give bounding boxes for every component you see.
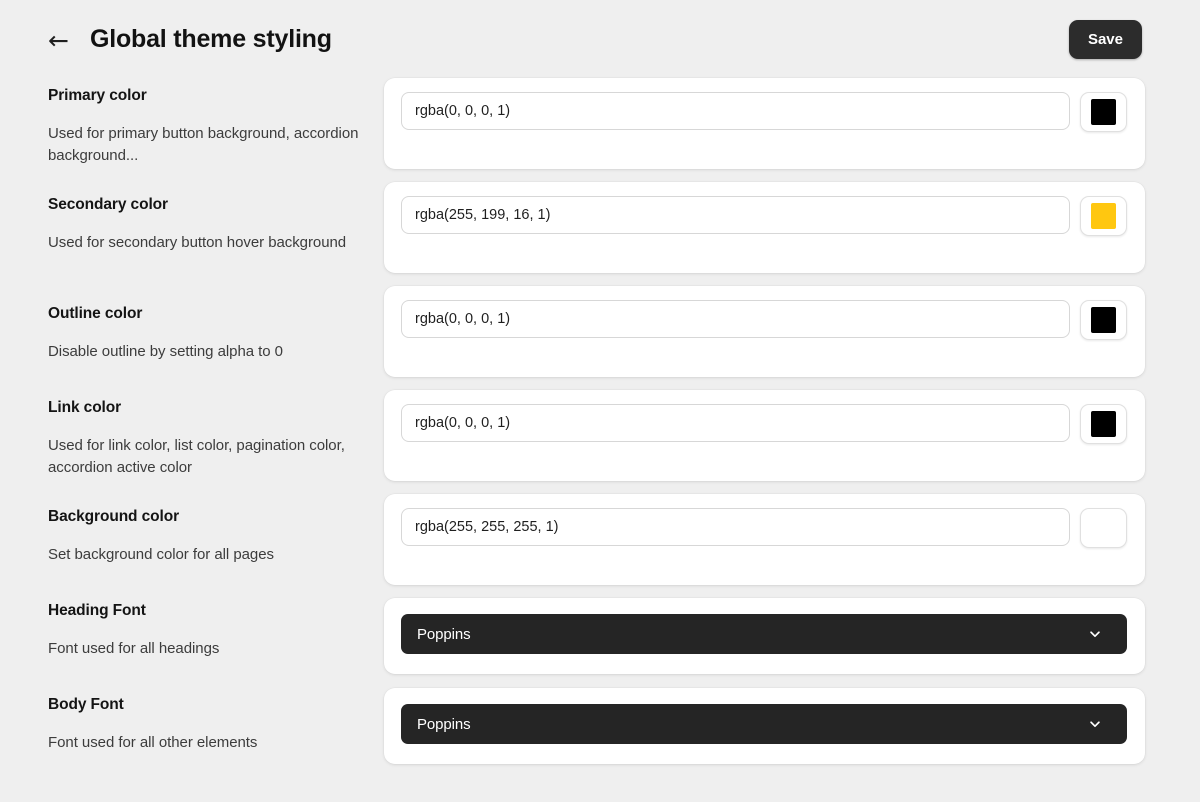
label-block-primary-color: Primary color Used for primary button ba… [48,87,364,196]
settings-labels-column: Primary color Used for primary button ba… [0,78,384,790]
setting-label: Outline color [48,305,143,322]
primary-color-input[interactable] [401,92,1070,130]
link-color-input[interactable] [401,404,1070,442]
body-font-select[interactable]: Poppins [401,704,1127,744]
color-swatch [1091,411,1116,437]
label-block-link-color: Link color Used for link color, list col… [48,399,364,508]
label-block-heading-font: Heading Font Font used for all headings [48,602,364,696]
label-block-outline-color: Outline color Disable outline by setting… [48,305,364,399]
field-card-body-font: Poppins [384,688,1145,764]
page-header: ← Global theme styling Save [0,0,1200,78]
setting-label: Background color [48,508,180,525]
setting-description: Font used for all headings [48,640,220,657]
setting-label: Body Font [48,696,124,713]
setting-label: Primary color [48,87,147,104]
setting-description: Used for primary button background, acco… [48,125,359,164]
settings-content: Primary color Used for primary button ba… [0,78,1200,790]
background-color-input[interactable] [401,508,1070,546]
label-block-secondary-color: Secondary color Used for secondary butto… [48,196,364,305]
chevron-down-icon [1088,627,1102,641]
field-card-outline-color [384,286,1145,377]
chevron-down-icon [1088,717,1102,731]
field-card-link-color [384,390,1145,481]
primary-color-swatch-button[interactable] [1080,92,1127,132]
setting-label: Link color [48,399,122,416]
field-card-heading-font: Poppins [384,598,1145,674]
secondary-color-input[interactable] [401,196,1070,234]
heading-font-select[interactable]: Poppins [401,614,1127,654]
color-swatch [1091,99,1116,125]
setting-description: Disable outline by setting alpha to 0 [48,343,283,360]
color-swatch [1091,203,1116,229]
setting-description: Set background color for all pages [48,546,274,563]
label-block-body-font: Body Font Font used for all other elemen… [48,696,364,790]
setting-label: Heading Font [48,602,146,619]
settings-fields-column: Poppins Poppins [384,78,1172,790]
body-font-value: Poppins [417,715,471,733]
secondary-color-swatch-button[interactable] [1080,196,1127,236]
outline-color-swatch-button[interactable] [1080,300,1127,340]
field-card-primary-color [384,78,1145,169]
outline-color-input[interactable] [401,300,1070,338]
link-color-swatch-button[interactable] [1080,404,1127,444]
setting-description: Used for secondary button hover backgrou… [48,234,347,251]
save-button[interactable]: Save [1068,19,1142,59]
back-arrow-icon[interactable]: ← [48,28,69,53]
background-color-swatch-button[interactable] [1080,508,1127,548]
heading-font-value: Poppins [417,625,471,643]
setting-description: Font used for all other elements [48,734,258,751]
setting-description: Used for link color, list color, paginat… [48,437,345,476]
setting-label: Secondary color [48,196,168,213]
page-title: Global theme styling [89,24,332,53]
field-card-secondary-color [384,182,1145,273]
label-block-background-color: Background color Set background color fo… [48,508,364,602]
field-card-background-color [384,494,1145,585]
color-swatch [1091,307,1116,333]
